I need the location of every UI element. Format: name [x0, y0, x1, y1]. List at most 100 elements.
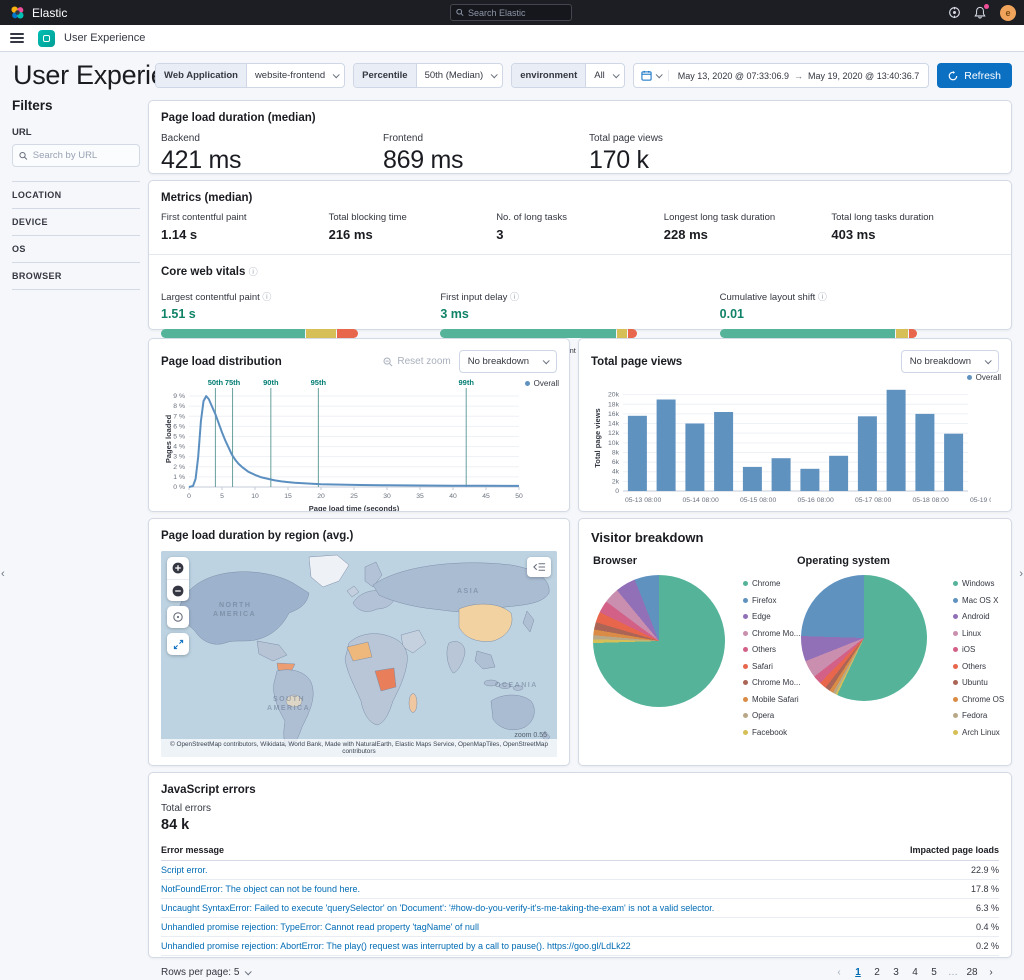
collapse-left-icon[interactable]: ‹ — [1, 568, 5, 580]
info-icon[interactable]: ⓘ — [510, 292, 519, 302]
os-pie-chart[interactable] — [801, 575, 927, 701]
filter-section-os[interactable]: OS — [12, 235, 140, 262]
bar[interactable] — [857, 416, 877, 491]
bar[interactable] — [685, 423, 705, 492]
browser-legend-item[interactable]: Others — [743, 645, 800, 654]
browser-legend-item[interactable]: Chrome Mo... — [743, 678, 800, 687]
pagination-page-28[interactable]: 28 — [964, 964, 980, 980]
page-load-distribution-chart[interactable]: 0 % 1 % 2 % 3 % 4 % 5 % 6 % 7 % 8 % 9 % 0 5 10 15 20 25… — [161, 375, 557, 513]
url-search-input[interactable] — [32, 150, 133, 161]
svg-text:30: 30 — [383, 493, 391, 500]
date-range-text[interactable]: May 13, 2020 @ 07:33:06.9 → May 19, 2020… — [669, 71, 928, 81]
browser-legend-item[interactable]: Opera — [743, 711, 800, 720]
pagination-page-5[interactable]: 5 — [926, 964, 942, 980]
url-search-box[interactable] — [12, 144, 140, 167]
bar[interactable] — [915, 413, 935, 491]
filter-section-location[interactable]: LOCATION — [12, 181, 140, 208]
filter-section-device[interactable]: DEVICE — [12, 208, 140, 235]
os-legend-item[interactable]: Windows — [953, 579, 1004, 588]
metric-label: No. of long tasks — [496, 212, 567, 223]
map-zoom-out-button[interactable] — [167, 579, 189, 601]
total-page-views-chart[interactable]: 0 2k 4k 6k 8k 10k 12k 14k 16k 18k 20k 05-13 08:00 05… — [591, 375, 1006, 513]
error-message-link[interactable]: Unhandled promise rejection: TypeError: … — [161, 922, 479, 932]
collapse-right-icon[interactable]: › — [1019, 568, 1023, 580]
info-icon[interactable]: ⓘ — [249, 267, 258, 277]
os-legend-item[interactable]: Others — [953, 662, 1004, 671]
breadcrumb[interactable]: User Experience — [64, 32, 145, 44]
info-icon[interactable]: ⓘ — [818, 292, 827, 302]
bar[interactable] — [742, 466, 762, 491]
ux-app-icon[interactable] — [38, 29, 55, 47]
browser-pie-chart[interactable] — [593, 575, 725, 707]
browser-legend-item[interactable]: Safari — [743, 662, 800, 671]
os-legend-item[interactable]: Mac OS X — [953, 596, 1004, 605]
map-expand-button[interactable] — [167, 633, 189, 655]
bar[interactable] — [800, 468, 820, 491]
elastic-logo-icon[interactable] — [10, 5, 25, 20]
column-impacted-page-loads[interactable]: Impacted page loads — [869, 842, 999, 861]
service-select[interactable]: website-frontend — [247, 64, 344, 87]
crosshair-icon — [173, 612, 183, 622]
map-legend-collapse-button[interactable] — [527, 557, 551, 577]
total-errors-value: 84 k — [161, 817, 190, 833]
pagination-prev[interactable]: ‹ — [831, 964, 847, 980]
world-map[interactable]: zoom 0.55 NORTH AMERICA SOUTH AMERICA AS… — [161, 551, 557, 757]
pagination-page-1[interactable]: 1 — [850, 964, 866, 980]
info-icon[interactable]: ⓘ — [262, 292, 271, 302]
percentile-select-group: Percentile 50th (Median) — [353, 63, 504, 88]
global-search-input[interactable] — [468, 7, 566, 18]
bar[interactable] — [714, 412, 734, 491]
pagination-page-3[interactable]: 3 — [888, 964, 904, 980]
bar[interactable] — [886, 389, 906, 491]
bar[interactable] — [944, 433, 964, 491]
map-fit-bounds-button[interactable] — [167, 606, 189, 628]
menu-icon[interactable] — [10, 33, 24, 43]
bar[interactable] — [627, 415, 647, 491]
global-search[interactable] — [450, 4, 572, 21]
bar[interactable] — [771, 458, 791, 491]
error-message-link[interactable]: Unhandled promise rejection: AbortError:… — [161, 941, 631, 951]
os-legend-item[interactable]: Chrome OS — [953, 695, 1004, 704]
chart-legend[interactable]: Overall — [966, 373, 1001, 382]
os-legend-item[interactable]: Arch Linux — [953, 728, 1004, 737]
percentile-select[interactable]: 50th (Median) — [417, 64, 503, 87]
browser-legend-item[interactable]: Chrome — [743, 579, 800, 588]
legend-dot — [966, 375, 972, 380]
bar[interactable] — [829, 455, 849, 491]
browser-legend-item[interactable]: Mobile Safari — [743, 695, 800, 704]
breakdown-select[interactable]: No breakdown — [900, 350, 999, 373]
alerts-bell-icon[interactable] — [974, 4, 989, 19]
user-avatar[interactable]: e — [1000, 4, 1016, 21]
svg-text:15: 15 — [284, 493, 292, 500]
browser-legend-item[interactable]: Facebook — [743, 728, 800, 737]
rows-per-page-button[interactable]: Rows per page: 5 — [161, 967, 253, 978]
os-legend-item[interactable]: Fedora — [953, 711, 1004, 720]
pagination-next[interactable]: › — [983, 964, 999, 980]
calendar-dropdown-button[interactable] — [634, 70, 669, 81]
filter-section-browser[interactable]: BROWSER — [12, 262, 140, 290]
map-zoom-in-button[interactable] — [167, 557, 189, 579]
deployment-icon[interactable] — [948, 6, 961, 19]
breakdown-select[interactable]: No breakdown — [458, 350, 557, 373]
error-message-link[interactable]: Script error. — [161, 865, 208, 875]
browser-legend-item[interactable]: Firefox — [743, 596, 800, 605]
pagination-page-4[interactable]: 4 — [907, 964, 923, 980]
os-legend-item[interactable]: iOS — [953, 645, 1004, 654]
pagination-page-2[interactable]: 2 — [869, 964, 885, 980]
environment-select[interactable]: All — [586, 64, 624, 87]
map-attribution[interactable]: © OpenStreetMap contributors, Wikidata, … — [161, 739, 557, 757]
os-legend-item[interactable]: Ubuntu — [953, 678, 1004, 687]
os-legend-item[interactable]: Linux — [953, 629, 1004, 638]
svg-text:4 %: 4 % — [173, 444, 185, 451]
reset-zoom-button[interactable]: Reset zoom — [383, 356, 451, 367]
refresh-button[interactable]: Refresh — [937, 63, 1012, 88]
bar[interactable] — [656, 399, 676, 492]
svg-text:6 %: 6 % — [173, 423, 185, 430]
chart-legend[interactable]: Overall — [524, 379, 559, 388]
error-message-link[interactable]: Uncaught SyntaxError: Failed to execute … — [161, 903, 714, 913]
column-error-message[interactable]: Error message — [161, 842, 869, 861]
error-message-link[interactable]: NotFoundError: The object can not be fou… — [161, 884, 360, 894]
browser-legend-item[interactable]: Chrome Mo... — [743, 629, 800, 638]
os-legend-item[interactable]: Android — [953, 612, 1004, 621]
browser-legend-item[interactable]: Edge — [743, 612, 800, 621]
